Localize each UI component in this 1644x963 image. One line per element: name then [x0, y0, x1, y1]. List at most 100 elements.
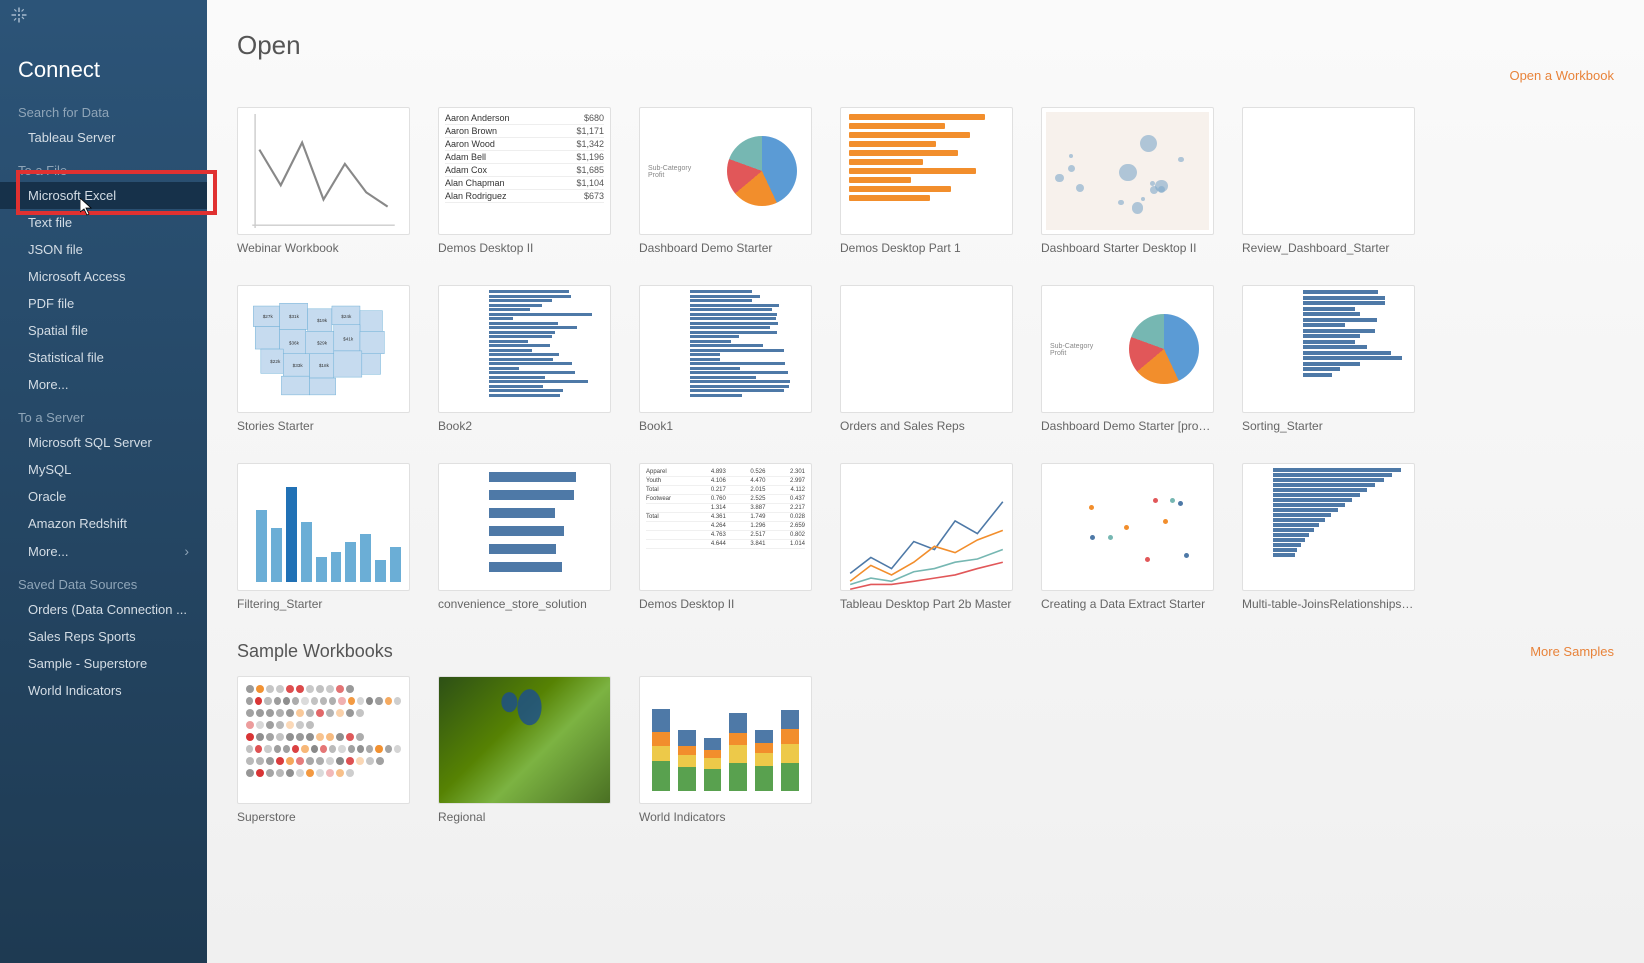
- sidebar-item[interactable]: Tableau Server: [0, 124, 207, 151]
- workbook-label: Regional: [438, 810, 611, 824]
- chevron-right-icon: ›: [184, 543, 189, 559]
- workbook-label: Filtering_Starter: [237, 597, 410, 611]
- sidebar-item[interactable]: Oracle: [0, 483, 207, 510]
- main-content: Open Open a Workbook Webinar Workbook Aar…: [207, 0, 1644, 963]
- workbook-thumbnail: [237, 107, 410, 235]
- svg-text:$36k: $36k: [289, 340, 300, 345]
- workbook-thumbnail: [639, 285, 812, 413]
- workbook-thumbnail: [840, 107, 1013, 235]
- svg-text:$29k: $29k: [317, 340, 328, 345]
- workbook-label: Superstore: [237, 810, 410, 824]
- workbook-card[interactable]: Sub-CategoryProfit Dashboard Demo Starter: [639, 107, 812, 255]
- workbook-label: Stories Starter: [237, 419, 410, 433]
- workbook-label: Book1: [639, 419, 812, 433]
- sidebar-item[interactable]: More...: [0, 371, 207, 398]
- workbook-label: convenience_store_solution: [438, 597, 611, 611]
- workbook-card[interactable]: Aaron Anderson$680Aaron Brown$1,171Aaron…: [438, 107, 611, 255]
- workbook-label: Dashboard Starter Desktop II: [1041, 241, 1214, 255]
- svg-text:$31k: $31k: [289, 314, 300, 319]
- sidebar-item[interactable]: PDF file: [0, 290, 207, 317]
- sidebar-item[interactable]: Microsoft SQL Server: [0, 429, 207, 456]
- sample-header: Sample Workbooks More Samples: [237, 641, 1614, 662]
- workbook-card[interactable]: convenience_store_solution: [438, 463, 611, 611]
- sidebar-item[interactable]: Spatial file: [0, 317, 207, 344]
- workbook-thumbnail: Sub-CategoryProfit: [1041, 285, 1214, 413]
- svg-text:$27k: $27k: [263, 314, 274, 319]
- tableau-logo: [0, 0, 207, 35]
- sample-grid: Superstore Regional World Indicators: [237, 676, 1614, 824]
- workbook-card[interactable]: Orders and Sales Reps: [840, 285, 1013, 433]
- workbook-thumbnail: [1041, 107, 1214, 235]
- workbook-card[interactable]: $27k$31k$19k$24k$36k$29k$41k$22k$33k$18k…: [237, 285, 410, 433]
- workbook-card[interactable]: Superstore: [237, 676, 410, 824]
- search-header: Search for Data: [0, 93, 207, 124]
- workbook-card[interactable]: Creating a Data Extract Starter: [1041, 463, 1214, 611]
- workbook-thumbnail: $27k$31k$19k$24k$36k$29k$41k$22k$33k$18k: [237, 285, 410, 413]
- sidebar-item[interactable]: Amazon Redshift: [0, 510, 207, 537]
- workbook-thumbnail: [840, 463, 1013, 591]
- tableau-icon: [10, 6, 28, 24]
- sample-title: Sample Workbooks: [237, 641, 393, 662]
- workbook-thumbnail: [438, 676, 611, 804]
- workbook-thumbnail: [1242, 107, 1415, 235]
- workbook-thumbnail: [438, 285, 611, 413]
- svg-text:$24k: $24k: [341, 314, 352, 319]
- workbook-thumbnail: [639, 676, 812, 804]
- workbook-label: Webinar Workbook: [237, 241, 410, 255]
- workbook-label: Sorting_Starter: [1242, 419, 1415, 433]
- workbook-label: Demos Desktop II: [438, 241, 611, 255]
- workbook-card[interactable]: Demos Desktop Part 1: [840, 107, 1013, 255]
- workbook-label: Orders and Sales Reps: [840, 419, 1013, 433]
- workbook-card[interactable]: Regional: [438, 676, 611, 824]
- workbook-thumbnail: Sub-CategoryProfit: [639, 107, 812, 235]
- workbook-thumbnail: [1041, 463, 1214, 591]
- workbook-grid-row3: Filtering_Starter convenience_store_solut…: [237, 463, 1614, 611]
- workbook-card[interactable]: Apparel4.8930.5262.301Youth4.1064.4702.9…: [639, 463, 812, 611]
- workbook-card[interactable]: World Indicators: [639, 676, 812, 824]
- sidebar-item[interactable]: More...›: [0, 537, 207, 565]
- main-header: Open Open a Workbook: [237, 30, 1614, 83]
- file-header: To a File: [0, 151, 207, 182]
- sidebar-item[interactable]: Microsoft Access: [0, 263, 207, 290]
- sidebar: Connect Search for Data Tableau Server T…: [0, 0, 207, 963]
- workbook-grid-row2: $27k$31k$19k$24k$36k$29k$41k$22k$33k$18k…: [237, 285, 1614, 433]
- workbook-label: Dashboard Demo Starter: [639, 241, 812, 255]
- workbook-card[interactable]: Webinar Workbook: [237, 107, 410, 255]
- workbook-card[interactable]: Multi-table-JoinsRelationships St...: [1242, 463, 1415, 611]
- sidebar-item[interactable]: Statistical file: [0, 344, 207, 371]
- svg-text:$18k: $18k: [319, 363, 330, 368]
- more-samples-link[interactable]: More Samples: [1530, 644, 1614, 659]
- workbook-card[interactable]: Tableau Desktop Part 2b Master: [840, 463, 1013, 611]
- workbook-grid-row1: Webinar Workbook Aaron Anderson$680Aaron …: [237, 107, 1614, 255]
- workbook-card[interactable]: Sub-CategoryProfitDashboard Demo Starter…: [1041, 285, 1214, 433]
- svg-text:$33k: $33k: [293, 363, 304, 368]
- sidebar-item[interactable]: Orders (Data Connection ...: [0, 596, 207, 623]
- sidebar-item[interactable]: Text file: [0, 209, 207, 236]
- sidebar-item[interactable]: World Indicators: [0, 677, 207, 704]
- workbook-label: Demos Desktop Part 1: [840, 241, 1013, 255]
- workbook-thumbnail: Apparel4.8930.5262.301Youth4.1064.4702.9…: [639, 463, 812, 591]
- workbook-card[interactable]: Dashboard Starter Desktop II: [1041, 107, 1214, 255]
- open-workbook-link[interactable]: Open a Workbook: [1509, 68, 1614, 83]
- workbook-thumbnail: [237, 463, 410, 591]
- sidebar-item[interactable]: Microsoft Excel: [0, 182, 207, 209]
- workbook-card[interactable]: Review_Dashboard_Starter: [1242, 107, 1415, 255]
- sidebar-item[interactable]: JSON file: [0, 236, 207, 263]
- saved-header: Saved Data Sources: [0, 565, 207, 596]
- workbook-thumbnail: [840, 285, 1013, 413]
- connect-title: Connect: [0, 35, 207, 93]
- server-header: To a Server: [0, 398, 207, 429]
- sidebar-item[interactable]: MySQL: [0, 456, 207, 483]
- sidebar-item[interactable]: Sample - Superstore: [0, 650, 207, 677]
- svg-text:$22k: $22k: [270, 359, 281, 364]
- workbook-card[interactable]: Book1: [639, 285, 812, 433]
- workbook-label: Multi-table-JoinsRelationships St...: [1242, 597, 1415, 611]
- workbook-card[interactable]: Book2: [438, 285, 611, 433]
- workbook-thumbnail: [1242, 463, 1415, 591]
- workbook-thumbnail: [438, 463, 611, 591]
- workbook-card[interactable]: Filtering_Starter: [237, 463, 410, 611]
- sidebar-item[interactable]: Sales Reps Sports: [0, 623, 207, 650]
- workbook-label: Book2: [438, 419, 611, 433]
- workbook-card[interactable]: Sorting_Starter: [1242, 285, 1415, 433]
- workbook-label: World Indicators: [639, 810, 812, 824]
